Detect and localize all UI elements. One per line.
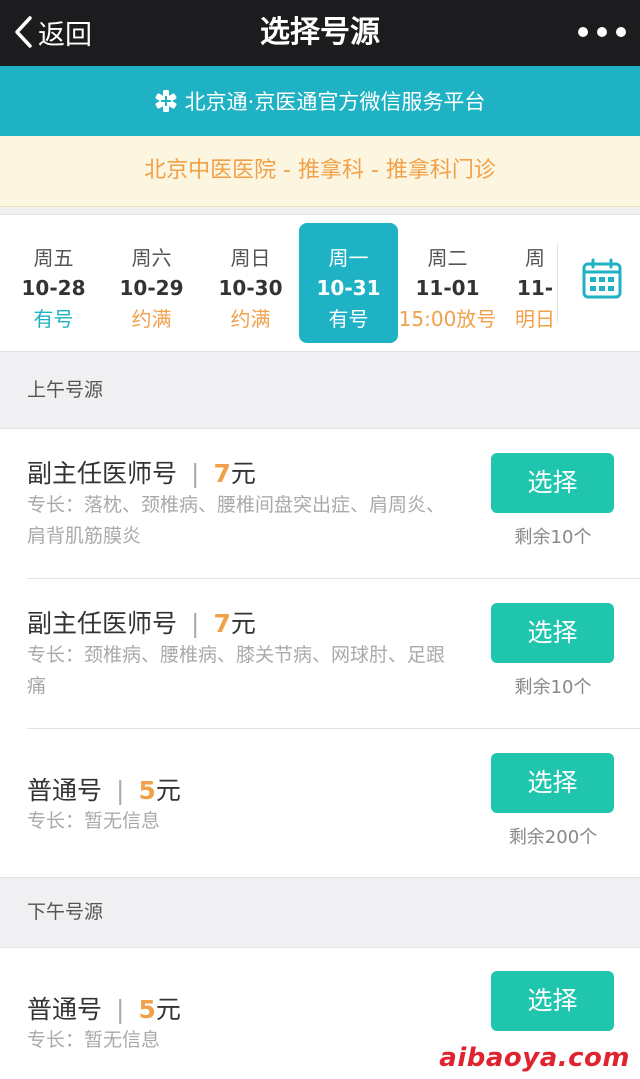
chevron-left-icon [15, 16, 32, 48]
select-button[interactable]: 选择 [491, 971, 614, 1031]
slot-title: 普通号 | 5元 [27, 990, 181, 1026]
slot-title: 普通号 | 5元 [27, 771, 181, 807]
slot-card: 普通号 | 5元 专长：暂无信息 选择 剩余200个 [0, 729, 640, 877]
slot-specialty: 专长：落枕、颈椎病、腰椎间盘突出症、肩周炎、肩背肌筋膜炎 [27, 494, 446, 547]
slot-title: 副主任医师号 | 7元 [27, 454, 256, 490]
slot-card: 副主任医师号 | 7元 专长：落枕、颈椎病、腰椎间盘突出症、肩周炎、肩背肌筋膜炎 选… [0, 429, 640, 579]
slot-name: 副主任医师号 [27, 459, 178, 488]
date-status: 15:00放号 [398, 307, 497, 331]
date-weekday: 周六 [131, 246, 172, 270]
select-button[interactable]: 选择 [491, 603, 614, 663]
date-weekday: 周日 [230, 246, 271, 270]
remaining-count: 剩余10个 [514, 677, 592, 698]
slot-name: 普通号 [27, 995, 103, 1024]
afternoon-section-header: 下午号源 [27, 901, 104, 923]
slot-unit: 元 [155, 776, 181, 805]
slot-unit: 元 [230, 459, 256, 488]
date-selector: 周五 10-28 有号 周六 10-29 约满 周日 10-30 约满 周一 1… [0, 214, 640, 352]
date-weekday: 周二 [427, 246, 468, 270]
dot-icon [578, 27, 588, 37]
slot-unit: 元 [230, 609, 256, 638]
slot-specialty: 专长：暂无信息 [27, 810, 161, 832]
separator: | [191, 459, 200, 488]
slot-price: 7 [213, 459, 231, 488]
divider [557, 243, 558, 323]
slot-unit: 元 [155, 995, 181, 1024]
calendar-icon[interactable] [582, 258, 622, 300]
dot-icon [597, 27, 607, 37]
separator: | [116, 776, 125, 805]
date-value: 10-31 [316, 276, 381, 300]
slot-specialty: 专长：暂无信息 [27, 1029, 161, 1051]
date-value: 10-30 [218, 276, 283, 300]
page-title: 选择号源 [260, 15, 380, 50]
slot-price: 5 [138, 776, 156, 805]
more-menu-button[interactable] [578, 14, 626, 50]
date-tab-11-01[interactable]: 周二 11-01 15:00放号 [398, 223, 497, 343]
date-weekday: 周五 [33, 246, 74, 270]
slot-price: 5 [138, 995, 156, 1024]
date-tab-10-28[interactable]: 周五 10-28 有号 [4, 223, 103, 343]
slot-price: 7 [213, 609, 231, 638]
date-status: 有号 [328, 307, 369, 331]
hospital-department-banner: 北京中医医院 - 推拿科 - 推拿科门诊 [0, 136, 640, 207]
dot-icon [616, 27, 626, 37]
date-value: 10-29 [119, 276, 184, 300]
date-tab-10-30[interactable]: 周日 10-30 约满 [201, 223, 300, 343]
platform-text: 北京通·京医通官方微信服务平台 [184, 90, 486, 114]
select-button[interactable]: 选择 [491, 453, 614, 513]
slot-name: 副主任医师号 [27, 609, 178, 638]
slot-specialty: 专长：颈椎病、腰椎病、膝关节病、网球肘、足跟痛 [27, 644, 446, 697]
slot-title: 副主任医师号 | 7元 [27, 604, 256, 640]
date-tab-10-31-selected[interactable]: 周一 10-31 有号 [299, 223, 398, 343]
select-button[interactable]: 选择 [491, 753, 614, 813]
date-status: 约满 [230, 307, 271, 331]
date-tab-10-29[interactable]: 周六 10-29 约满 [102, 223, 201, 343]
remaining-count: 剩余10个 [514, 527, 592, 548]
watermark: aibaoya.com [439, 1043, 630, 1073]
slot-card: 副主任医师号 | 7元 专长：颈椎病、腰椎病、膝关节病、网球肘、足跟痛 选择 剩余1… [0, 579, 640, 729]
medical-cross-icon [155, 90, 177, 112]
date-weekday: 周一 [328, 246, 369, 270]
platform-banner: 北京通·京医通官方微信服务平台 [0, 66, 640, 136]
remaining-count: 剩余200个 [508, 827, 598, 848]
slot-name: 普通号 [27, 776, 103, 805]
back-button[interactable]: 返回 [14, 9, 92, 55]
date-value: 10-28 [21, 276, 86, 300]
date-value: 11-01 [415, 276, 480, 300]
back-label: 返回 [38, 19, 92, 51]
date-status: 有号 [33, 307, 74, 331]
nav-bar: 返回 选择号源 [0, 0, 640, 66]
separator: | [116, 995, 125, 1024]
date-status: 约满 [131, 307, 172, 331]
morning-section-header: 上午号源 [27, 379, 104, 401]
separator: | [191, 609, 200, 638]
